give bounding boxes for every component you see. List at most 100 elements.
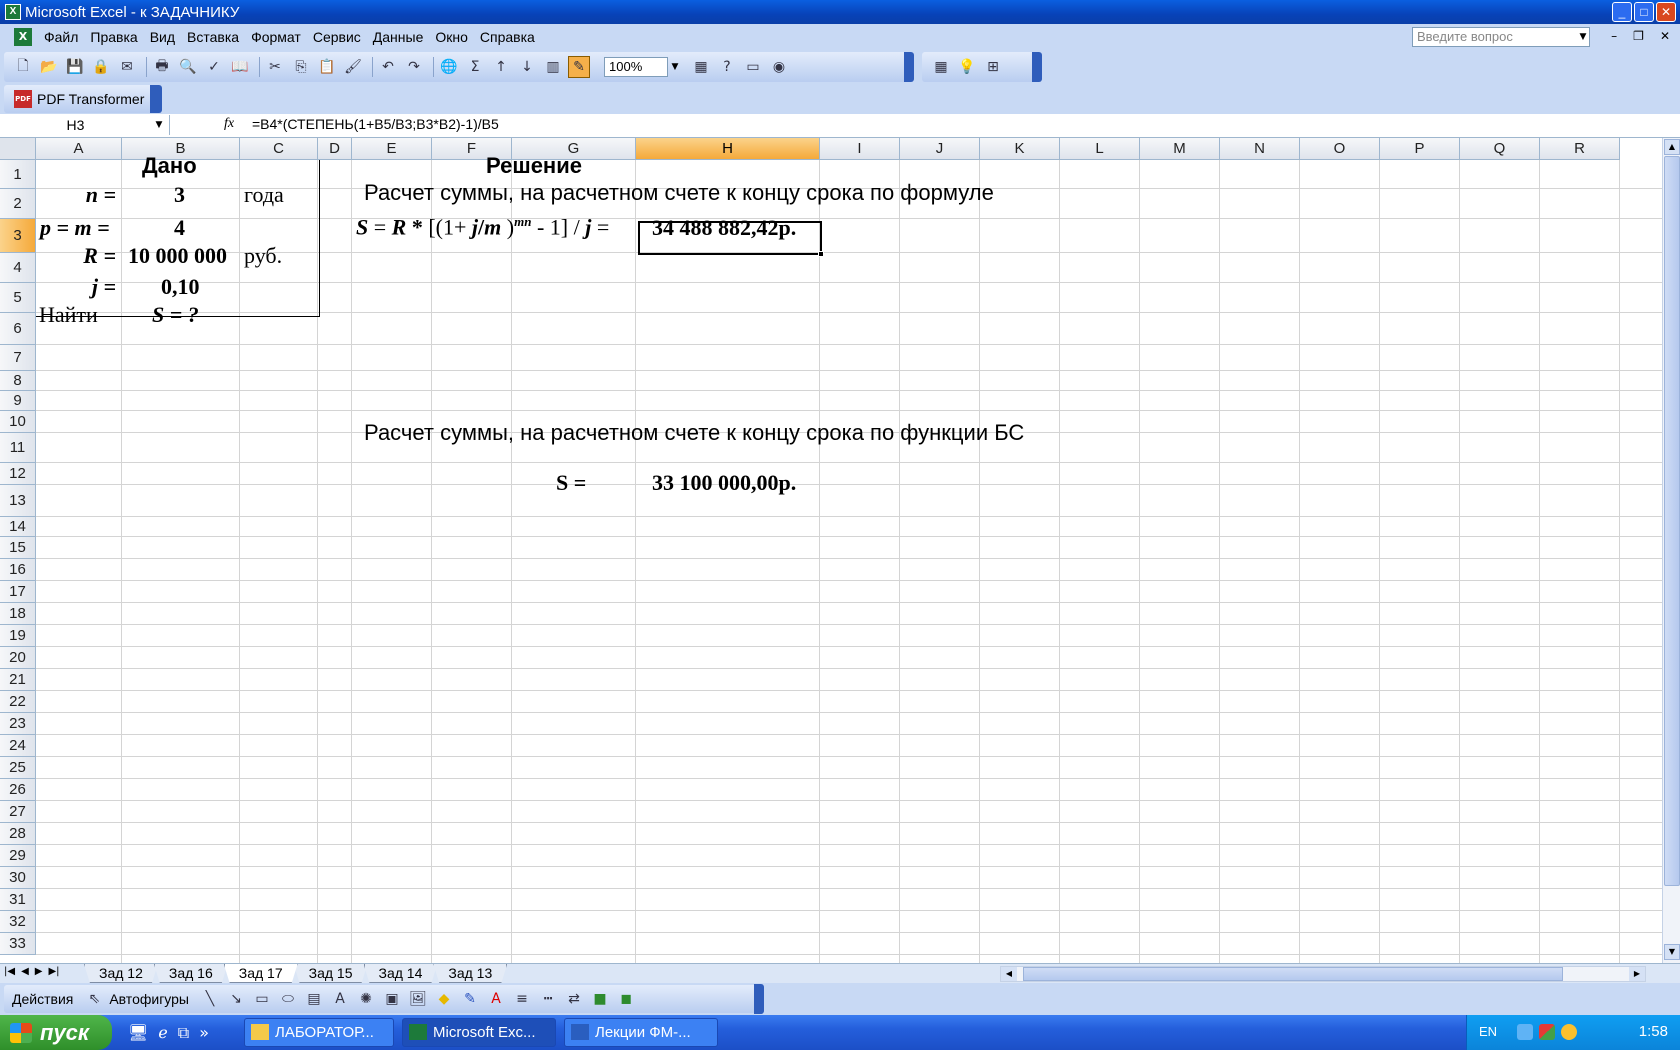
row-header-18[interactable]: 18 (0, 603, 36, 625)
zoom-select[interactable]: 100% (604, 57, 668, 77)
select-all-corner[interactable] (0, 138, 36, 160)
email-icon[interactable]: ✉ (116, 56, 138, 78)
ask-question-input[interactable]: Введите вопрос (1412, 27, 1590, 47)
menu-help[interactable]: Справка (474, 29, 541, 45)
scroll-right-icon[interactable]: ▶ (1629, 967, 1645, 981)
copy-icon[interactable]: ⎘ (290, 56, 312, 78)
grid-icon[interactable]: ⊞ (982, 56, 1004, 78)
toolbar-options-handle[interactable] (1032, 52, 1042, 82)
row-header-8[interactable]: 8 (0, 371, 36, 391)
prev-sheet-icon[interactable]: ◀ (21, 966, 29, 977)
chevron-down-icon[interactable]: ▼ (150, 115, 168, 135)
row-header-17[interactable]: 17 (0, 581, 36, 603)
scroll-down-icon[interactable]: ▼ (1664, 944, 1680, 960)
cell-a5-j-label[interactable]: j = (92, 274, 116, 300)
menu-format[interactable]: Формат (245, 29, 307, 45)
row-header-14[interactable]: 14 (0, 517, 36, 537)
cell-b3-pm-value[interactable]: 4 (174, 215, 185, 241)
expand-quicklaunch-icon[interactable]: » (199, 1023, 209, 1043)
insert-function-icon[interactable]: fx (224, 116, 234, 132)
fill-color-icon[interactable]: ◆ (433, 988, 455, 1010)
row-header-31[interactable]: 31 (0, 889, 36, 911)
cell-b5-j-value[interactable]: 0,10 (161, 274, 200, 300)
taskbar-item-word[interactable]: Лекции ФМ-... (564, 1018, 718, 1047)
record-icon[interactable]: ◉ (768, 56, 790, 78)
line-color-icon[interactable]: ✎ (459, 988, 481, 1010)
network-icon[interactable] (1517, 1024, 1533, 1040)
row-header-6[interactable]: 6 (0, 313, 36, 345)
row-header-24[interactable]: 24 (0, 735, 36, 757)
row-header-21[interactable]: 21 (0, 669, 36, 691)
row-header-22[interactable]: 22 (0, 691, 36, 713)
actions-menu-button[interactable]: Действия (12, 991, 73, 1007)
menu-tools[interactable]: Сервис (307, 29, 367, 45)
borders-icon[interactable]: ▦ (930, 56, 952, 78)
row-header-15[interactable]: 15 (0, 537, 36, 559)
start-button[interactable]: пуск (0, 1015, 112, 1050)
cell-e2-formula-heading[interactable]: Расчет суммы, на расчетном счете к концу… (364, 180, 994, 206)
sort-descending-icon[interactable]: ↓ (516, 56, 538, 78)
row-header-20[interactable]: 20 (0, 647, 36, 669)
print-preview-icon[interactable]: 🔍 (177, 56, 199, 78)
rectangle-icon[interactable]: ▭ (251, 988, 273, 1010)
app-tray-icon[interactable] (1539, 1024, 1555, 1040)
save-icon[interactable]: 💾 (64, 56, 86, 78)
line-icon[interactable]: ╲ (199, 988, 221, 1010)
column-header-i[interactable]: I (820, 138, 900, 160)
diagram-icon[interactable]: ✺ (355, 988, 377, 1010)
new-file-icon[interactable]: 🗋 (12, 56, 34, 78)
column-header-j[interactable]: J (900, 138, 980, 160)
print-icon[interactable]: 🖶 (151, 56, 173, 78)
horizontal-scrollbar[interactable]: ◀ ▶ (1000, 966, 1646, 982)
sheet-tab[interactable]: Зад 13 (433, 964, 508, 983)
column-header-l[interactable]: L (1060, 138, 1140, 160)
column-header-o[interactable]: O (1300, 138, 1380, 160)
cell-a2-n-label[interactable]: n = (86, 182, 116, 208)
cell-g13-bs-label[interactable]: S = (556, 470, 586, 496)
quicklaunch-icon[interactable]: ⧉ (178, 1023, 189, 1043)
redo-icon[interactable]: ↷ (403, 56, 425, 78)
undo-icon[interactable]: ↶ (377, 56, 399, 78)
cell-b4-r-value[interactable]: 10 000 000 (128, 243, 227, 269)
fill-handle[interactable] (818, 251, 824, 257)
column-header-h[interactable]: H (636, 138, 820, 160)
doc-close-icon[interactable]: ✕ (1660, 29, 1670, 43)
sort-ascending-icon[interactable]: ↑ (490, 56, 512, 78)
column-header-e[interactable]: E (352, 138, 432, 160)
column-header-p[interactable]: P (1380, 138, 1460, 160)
cut-icon[interactable]: ✂ (264, 56, 286, 78)
line-style-icon[interactable]: ≡ (511, 988, 533, 1010)
cell-a4-r-label[interactable]: R = (83, 243, 116, 269)
vertical-scroll-thumb[interactable] (1664, 156, 1680, 886)
row-header-23[interactable]: 23 (0, 713, 36, 735)
minimize-button[interactable]: _ (1612, 2, 1632, 22)
cell-a6-find-label[interactable]: Найти (39, 302, 98, 328)
row-header-11[interactable]: 11 (0, 433, 36, 463)
cell-b1-given-title[interactable]: Дано (142, 153, 197, 179)
sheet-tab[interactable]: Зад 16 (153, 964, 228, 983)
menu-insert[interactable]: Вставка (181, 29, 245, 45)
excel-app-icon[interactable]: X (5, 4, 21, 20)
cell-c4-r-unit[interactable]: руб. (244, 243, 282, 269)
row-header-4[interactable]: 4 (0, 253, 36, 283)
picture-icon[interactable]: 🖼 (407, 988, 429, 1010)
close-button[interactable]: ✕ (1656, 2, 1676, 22)
show-desktop-icon[interactable]: 🖥 (128, 1023, 148, 1043)
dash-style-icon[interactable]: ┅ (537, 988, 559, 1010)
open-folder-icon[interactable]: 📂 (38, 56, 60, 78)
doc-restore-icon[interactable]: ❐ (1633, 29, 1644, 43)
row-header-29[interactable]: 29 (0, 845, 36, 867)
formula-input[interactable]: =B4*(СТЕПЕНЬ(1+B5/B3;B3*B2)-1)/B5 (252, 116, 499, 132)
lightbulb-icon[interactable]: 💡 (956, 56, 978, 78)
shadow-icon[interactable]: ■ (589, 988, 611, 1010)
hyperlink-icon[interactable]: 🌐 (438, 56, 460, 78)
row-header-27[interactable]: 27 (0, 801, 36, 823)
row-header-3[interactable]: 3 (0, 219, 36, 253)
menu-data[interactable]: Данные (367, 29, 430, 45)
column-header-q[interactable]: Q (1460, 138, 1540, 160)
spreadsheet-grid[interactable]: ABCDEFGHIJKLMNOPQR 1 2 3 4 5 6 7 8 9 10 11 12 13 14 15… (0, 138, 1662, 963)
cell-h3-formula-result[interactable]: 34 488 882,42р. (652, 215, 796, 241)
menu-view[interactable]: Вид (144, 29, 181, 45)
select-objects-icon[interactable]: ⇖ (83, 988, 105, 1010)
sheet-tab[interactable]: Зад 12 (84, 964, 158, 983)
